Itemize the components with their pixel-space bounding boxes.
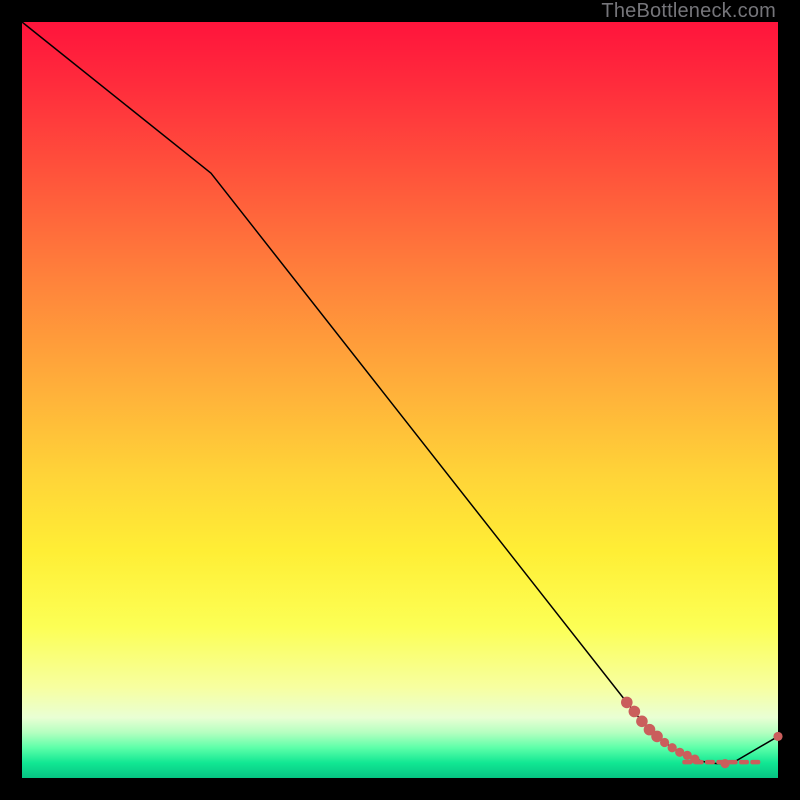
bottleneck-curve [22, 22, 778, 764]
trough-dash [705, 760, 715, 764]
watermark-text: TheBottleneck.com [601, 0, 776, 23]
data-point [621, 697, 633, 709]
trough-dash [728, 760, 738, 764]
chart-container: TheBottleneck.com [0, 0, 800, 800]
trough-dash [739, 760, 749, 764]
trough-dash [694, 760, 704, 764]
data-point [773, 732, 782, 741]
data-point [660, 738, 669, 747]
trough-dash [750, 760, 760, 764]
chart-svg [22, 22, 778, 778]
trough-dash [682, 760, 692, 764]
data-point [629, 706, 641, 718]
trough-dash [716, 760, 726, 764]
